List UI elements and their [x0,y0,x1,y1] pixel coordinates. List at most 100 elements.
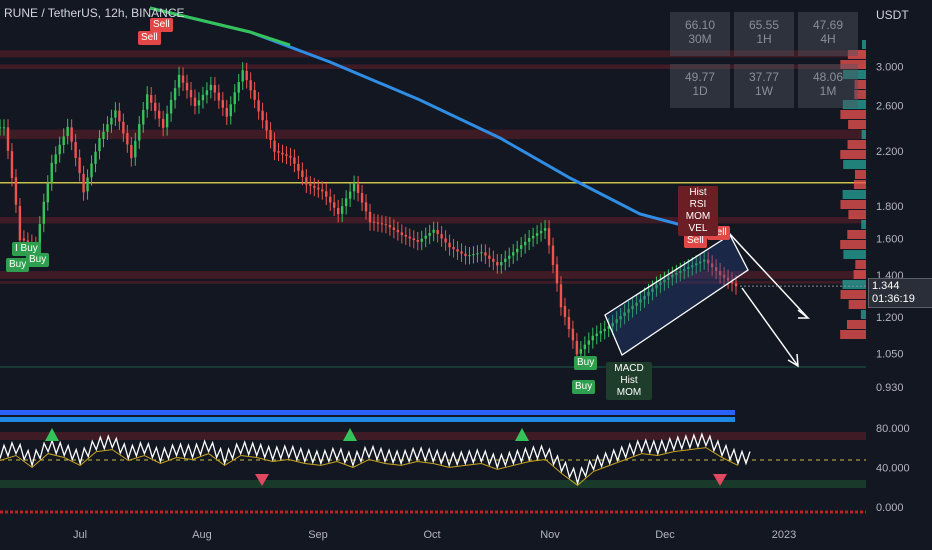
x-tick-label: 2023 [772,529,796,541]
currency-label: USDT [876,8,909,22]
volume-profile-bar [843,160,866,169]
candle [126,133,129,145]
multi-buy-signal-tag: MACD Hist MOM [606,362,652,400]
candle [460,251,463,254]
oversold-zone [0,480,866,488]
candle [2,127,6,129]
candle [102,131,105,139]
candle [249,80,252,91]
candle [488,255,491,259]
candle [440,234,443,239]
candle [153,102,157,111]
candle [14,177,18,205]
y-tick-label: 1.600 [876,233,904,245]
candle [452,247,455,250]
buy-signal-tag: Buy [574,356,598,370]
candle [480,252,483,254]
candle [253,90,256,100]
candle [571,328,575,341]
sell-signal-tag: Sell [684,234,707,248]
signal-line: MOM [685,211,711,222]
candle [177,74,181,88]
candle [10,151,14,179]
candle [384,224,388,226]
stat-cell: 37.77 1W [734,64,794,108]
candle [325,191,328,197]
y-tick-label: 1.200 [876,312,904,324]
candle [114,110,117,118]
candle [484,252,487,256]
candle [344,198,348,207]
x-tick-label: Sep [308,529,328,541]
candle [82,173,85,193]
candle [106,124,109,132]
candle [293,157,296,164]
candle [58,144,61,155]
candle [551,245,555,265]
candle [523,241,527,246]
bar-countdown: 01:36:19 [872,293,915,305]
candle [98,138,101,152]
candle [233,92,236,105]
candle [340,206,344,214]
candle [603,328,606,332]
candle [388,224,392,228]
trend-strip [0,410,735,415]
volume-profile-bar [861,130,866,139]
candle [420,238,423,242]
stat-value: 47.69 [812,18,844,32]
last-price-box: 1.344 01:36:19 [868,278,932,308]
x-tick-label: Oct [423,529,440,541]
osc-tick-label: 40.000 [876,462,910,474]
stat-label: 4H [820,32,836,46]
stat-value: 49.77 [684,70,716,84]
candle [46,183,49,203]
candle [527,238,531,242]
stat-value: 66.10 [684,18,716,32]
candle [22,238,26,241]
candle [448,242,451,248]
candle [201,94,205,101]
candle [6,127,10,151]
candle [277,151,280,153]
candle [579,349,583,354]
candle [289,155,292,158]
y-tick-label: 1.800 [876,201,904,213]
sell-signal-tag: Sell [138,31,161,45]
candle [138,124,141,141]
candle [456,249,459,252]
candle [504,258,507,263]
candle [185,82,189,91]
candle [74,141,77,158]
candle [305,177,308,185]
candle [181,75,185,83]
candle [563,305,567,317]
candle [241,70,244,82]
candle [595,333,598,336]
candle [380,223,384,225]
candle [539,230,543,234]
candle [309,184,312,186]
candle [531,235,535,239]
signal-line: MACD [614,363,644,374]
stat-value: 48.06 [812,70,844,84]
candle [0,127,2,129]
candle [559,284,563,308]
stat-cell: 49.77 1D [670,64,730,108]
volume-profile-bar [860,310,866,319]
candle [122,121,125,134]
stat-value: 65.55 [748,18,780,32]
stat-cell: 66.10 30M [670,12,730,56]
candle [273,140,276,152]
candle [150,95,153,103]
moving-average-line [149,6,731,238]
volume-profile-bar [846,320,866,329]
signal-line: RSI [689,199,707,210]
candle [78,157,81,174]
y-tick-label: 1.050 [876,349,904,361]
sell-signal-tag: Sell [150,18,173,32]
candle [376,222,380,224]
signal-line: VEL [688,223,708,234]
candle [209,84,213,91]
stat-label: 1W [755,84,773,98]
